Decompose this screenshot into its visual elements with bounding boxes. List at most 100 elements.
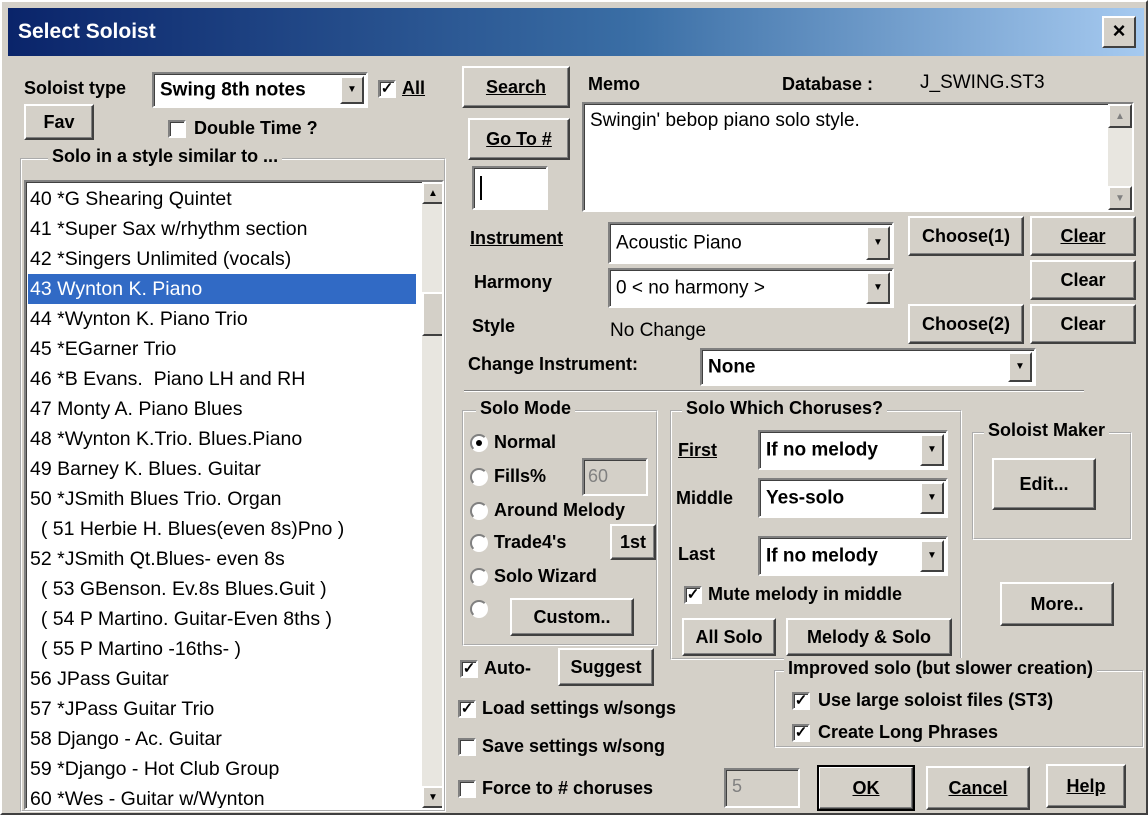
force-choruses-checkbox[interactable] — [458, 780, 476, 798]
ok-button[interactable]: OK — [817, 765, 915, 811]
soloist-list-item[interactable]: 58 Django - Ac. Guitar — [28, 724, 416, 754]
choose-2-button[interactable]: Choose(2) — [908, 304, 1024, 344]
fills-radio[interactable] — [470, 468, 488, 486]
soloist-list-rows: 40 *G Shearing Quintet 41 *Super Sax w/rh… — [28, 184, 416, 808]
double-time-checkbox[interactable] — [168, 120, 186, 138]
soloist-list-item[interactable]: 43 Wynton K. Piano — [28, 274, 416, 304]
double-time-label: Double Time ? — [194, 118, 318, 138]
chevron-down-icon[interactable]: ▼ — [340, 76, 364, 104]
auto-checkbox[interactable]: ✓ — [460, 660, 478, 678]
middle-chorus-dropdown-icon[interactable]: ▼ — [920, 482, 944, 514]
choose-1-button[interactable]: Choose(1) — [908, 216, 1024, 256]
save-settings-checkbox[interactable] — [458, 738, 476, 756]
large-files-checkbox[interactable]: ✓ — [792, 692, 810, 710]
clear-style-button[interactable]: Clear — [1030, 304, 1136, 344]
scroll-down-icon[interactable]: ▼ — [422, 786, 442, 808]
soloist-list-item[interactable]: 44 *Wynton K. Piano Trio — [28, 304, 416, 334]
long-phrases-label: Create Long Phrases — [818, 722, 999, 742]
melody-and-solo-button[interactable]: Melody & Solo — [786, 618, 952, 656]
help-button[interactable]: Help — [1046, 764, 1126, 808]
goto-button[interactable]: Go To # — [468, 118, 570, 160]
soloist-list-item[interactable]: 48 *Wynton K.Trio. Blues.Piano — [28, 424, 416, 454]
instrument-dropdown-icon[interactable]: ▼ — [866, 226, 890, 260]
soloist-list-item[interactable]: ( 53 GBenson. Ev.8s Blues.Guit ) — [28, 574, 416, 604]
normal-label: Normal — [494, 432, 557, 452]
memo-textarea[interactable]: Swingin' bebop piano solo style. ▲ ▼ — [582, 102, 1134, 212]
normal-radio[interactable] — [470, 434, 488, 452]
more-button[interactable]: More.. — [1000, 582, 1114, 626]
custom-radio[interactable] — [470, 600, 488, 618]
all-checkbox[interactable]: ✓ — [378, 80, 396, 98]
soloist-list-item[interactable]: 45 *EGarner Trio — [28, 334, 416, 364]
close-button[interactable]: × — [1102, 16, 1136, 48]
all-label: All — [402, 78, 426, 98]
suggest-button[interactable]: Suggest — [558, 648, 654, 686]
last-chorus-dropdown-icon[interactable]: ▼ — [920, 540, 944, 572]
soloist-type-select[interactable]: Swing 8th notes ▼ — [152, 72, 368, 108]
soloist-list-item[interactable]: 42 *Singers Unlimited (vocals) — [28, 244, 416, 274]
memo-text: Swingin' bebop piano solo style. — [590, 110, 860, 131]
soloist-list-item[interactable]: ( 51 Herbie H. Blues(even 8s)Pno ) — [28, 514, 416, 544]
force-choruses-input[interactable]: 5 — [724, 768, 800, 808]
soloist-list-item[interactable]: 59 *Django - Hot Club Group — [28, 754, 416, 784]
fav-button[interactable]: Fav — [24, 104, 94, 140]
divider — [464, 390, 1084, 392]
first-chorus-dropdown-icon[interactable]: ▼ — [920, 434, 944, 466]
database-label: Database : — [782, 74, 874, 94]
save-settings-label: Save settings w/song — [482, 736, 666, 756]
solo-wizard-label: Solo Wizard — [494, 566, 597, 586]
long-phrases-checkbox[interactable]: ✓ — [792, 724, 810, 742]
cancel-button[interactable]: Cancel — [926, 766, 1030, 810]
memo-scroll-down-icon[interactable]: ▼ — [1108, 186, 1132, 210]
choruses-title: Solo Which Choruses? — [682, 398, 888, 419]
soloist-list-item[interactable]: 41 *Super Sax w/rhythm section — [28, 214, 416, 244]
goto-input[interactable] — [472, 166, 548, 210]
middle-chorus-select[interactable]: Yes-solo ▼ — [758, 478, 948, 518]
memo-scroll-up-icon[interactable]: ▲ — [1108, 104, 1132, 128]
soloist-maker-edit-button[interactable]: Edit... — [992, 458, 1096, 510]
solo-wizard-radio[interactable] — [470, 568, 488, 586]
all-solo-button[interactable]: All Solo — [682, 618, 776, 656]
soloist-list-item[interactable]: 50 *JSmith Blues Trio. Organ — [28, 484, 416, 514]
change-instrument-dropdown-icon[interactable]: ▼ — [1008, 352, 1032, 382]
change-instrument-select[interactable]: None ▼ — [700, 348, 1036, 386]
list-scrollbar[interactable]: ▲ ▼ — [422, 182, 442, 808]
fills-input[interactable]: 60 — [582, 458, 648, 496]
trade-label: Trade4's — [494, 532, 567, 552]
memo-scrollbar[interactable]: ▲ ▼ — [1108, 104, 1132, 210]
search-button[interactable]: Search — [462, 66, 570, 108]
soloist-list-item[interactable]: 56 JPass Guitar — [28, 664, 416, 694]
around-melody-radio[interactable] — [470, 502, 488, 520]
title-bar[interactable]: Select Soloist × — [8, 8, 1144, 56]
last-chorus-select[interactable]: If no melody ▼ — [758, 536, 948, 576]
soloist-maker-title: Soloist Maker — [984, 420, 1110, 441]
instrument-value: Acoustic Piano — [616, 232, 742, 254]
soloist-list-item[interactable]: 40 *G Shearing Quintet — [28, 184, 416, 214]
soloist-list-item[interactable]: ( 54 P Martino. Guitar-Even 8ths ) — [28, 604, 416, 634]
soloist-list-item[interactable]: ( 55 P Martino -16ths- ) — [28, 634, 416, 664]
custom-button[interactable]: Custom.. — [510, 598, 634, 636]
change-instrument-label: Change Instrument: — [468, 354, 639, 374]
soloist-list-item[interactable]: 47 Monty A. Piano Blues — [28, 394, 416, 424]
soloist-list-item[interactable]: 49 Barney K. Blues. Guitar — [28, 454, 416, 484]
clear-instrument-button[interactable]: Clear — [1030, 216, 1136, 256]
load-settings-checkbox[interactable]: ✓ — [458, 700, 476, 718]
scroll-thumb[interactable] — [422, 292, 442, 336]
harmony-dropdown-icon[interactable]: ▼ — [866, 272, 890, 304]
trade-1st-button[interactable]: 1st — [610, 524, 656, 560]
trade-radio[interactable] — [470, 534, 488, 552]
soloist-list[interactable]: 40 *G Shearing Quintet 41 *Super Sax w/rh… — [24, 180, 444, 810]
first-label: First — [678, 440, 718, 460]
soloist-list-item[interactable]: 52 *JSmith Qt.Blues- even 8s — [28, 544, 416, 574]
soloist-list-item[interactable]: 57 *JPass Guitar Trio — [28, 694, 416, 724]
soloist-list-item[interactable]: 46 *B Evans. Piano LH and RH — [28, 364, 416, 394]
middle-chorus-value: Yes-solo — [766, 487, 845, 509]
force-choruses-label: Force to # choruses — [482, 778, 654, 798]
instrument-select[interactable]: Acoustic Piano ▼ — [608, 222, 894, 264]
mute-melody-checkbox[interactable]: ✓ — [684, 586, 702, 604]
scroll-up-icon[interactable]: ▲ — [422, 182, 442, 204]
clear-harmony-button[interactable]: Clear — [1030, 260, 1136, 300]
first-chorus-select[interactable]: If no melody ▼ — [758, 430, 948, 470]
soloist-list-item[interactable]: 60 *Wes - Guitar w/Wynton — [28, 784, 416, 808]
harmony-select[interactable]: 0 < no harmony > ▼ — [608, 268, 894, 308]
